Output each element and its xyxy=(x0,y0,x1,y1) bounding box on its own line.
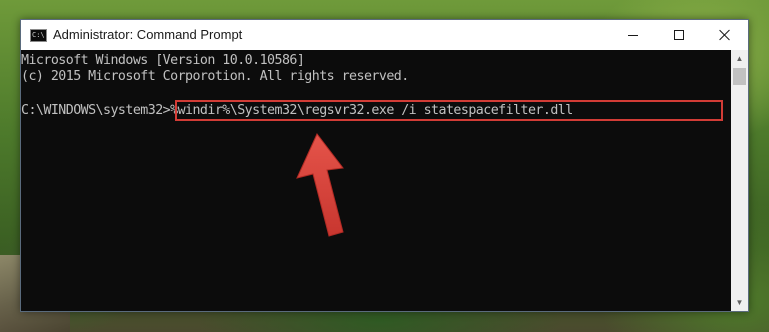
vertical-scrollbar[interactable]: ▲ ▼ xyxy=(731,50,748,311)
console-line-version: Microsoft Windows [Version 10.0.10586] xyxy=(21,53,305,68)
scroll-thumb[interactable] xyxy=(733,68,746,85)
window-title: Administrator: Command Prompt xyxy=(53,27,243,42)
maximize-icon xyxy=(674,30,684,40)
command-highlight-box xyxy=(175,100,723,121)
minimize-icon xyxy=(628,34,638,36)
pointer-arrow-icon xyxy=(296,133,344,237)
cmd-app-icon[interactable]: C:\ xyxy=(30,29,47,42)
scroll-down-icon[interactable]: ▼ xyxy=(731,294,748,311)
console-output[interactable]: Microsoft Windows [Version 10.0.10586] (… xyxy=(21,50,731,311)
close-icon xyxy=(719,29,731,41)
close-button[interactable] xyxy=(702,20,748,50)
scroll-up-icon[interactable]: ▲ xyxy=(731,50,748,67)
title-bar[interactable]: C:\ Administrator: Command Prompt xyxy=(21,20,748,50)
command-prompt-window[interactable]: C:\ Administrator: Command Prompt Micros… xyxy=(20,19,749,312)
maximize-button[interactable] xyxy=(656,20,702,50)
console-prompt: C:\WINDOWS\system32> xyxy=(21,103,171,118)
minimize-button[interactable] xyxy=(610,20,656,50)
console-line-copyright: (c) 2015 Microsoft Corporotion. All righ… xyxy=(21,69,409,84)
